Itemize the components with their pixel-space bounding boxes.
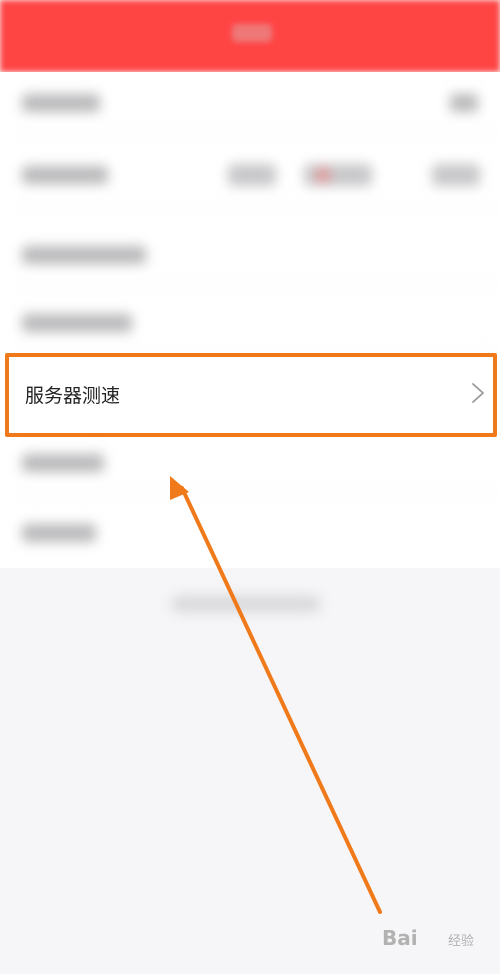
server-speed-test-label: 服务器测速 xyxy=(25,385,121,407)
blurred-footer-text xyxy=(172,596,320,612)
chevron-right-icon xyxy=(472,383,484,403)
divider xyxy=(16,284,500,285)
blurred-selected-indicator xyxy=(316,168,330,182)
blurred-row-label xyxy=(22,166,108,184)
blurred-row-label xyxy=(22,454,104,472)
blurred-row-value xyxy=(450,94,478,112)
blurred-row-label xyxy=(22,246,146,264)
divider xyxy=(16,350,500,351)
blurred-option-chip xyxy=(432,164,480,186)
header-title-blurred xyxy=(232,24,272,42)
divider xyxy=(16,492,500,493)
divider xyxy=(16,206,500,207)
baidu-jingyan-watermark: Bai 经验 xyxy=(382,918,498,958)
watermark-suffix: 经验 xyxy=(448,934,475,949)
blurred-row-label xyxy=(22,524,96,542)
blurred-row-label xyxy=(22,94,100,112)
blurred-option-chip xyxy=(304,164,372,186)
watermark-logo-text: Bai xyxy=(382,926,418,950)
app-header xyxy=(0,0,500,72)
blurred-option-chip xyxy=(228,164,276,186)
server-speed-test-row[interactable]: 服务器测速 xyxy=(5,353,497,437)
settings-list xyxy=(0,72,500,568)
blurred-row-label xyxy=(22,314,132,332)
divider xyxy=(16,132,500,133)
